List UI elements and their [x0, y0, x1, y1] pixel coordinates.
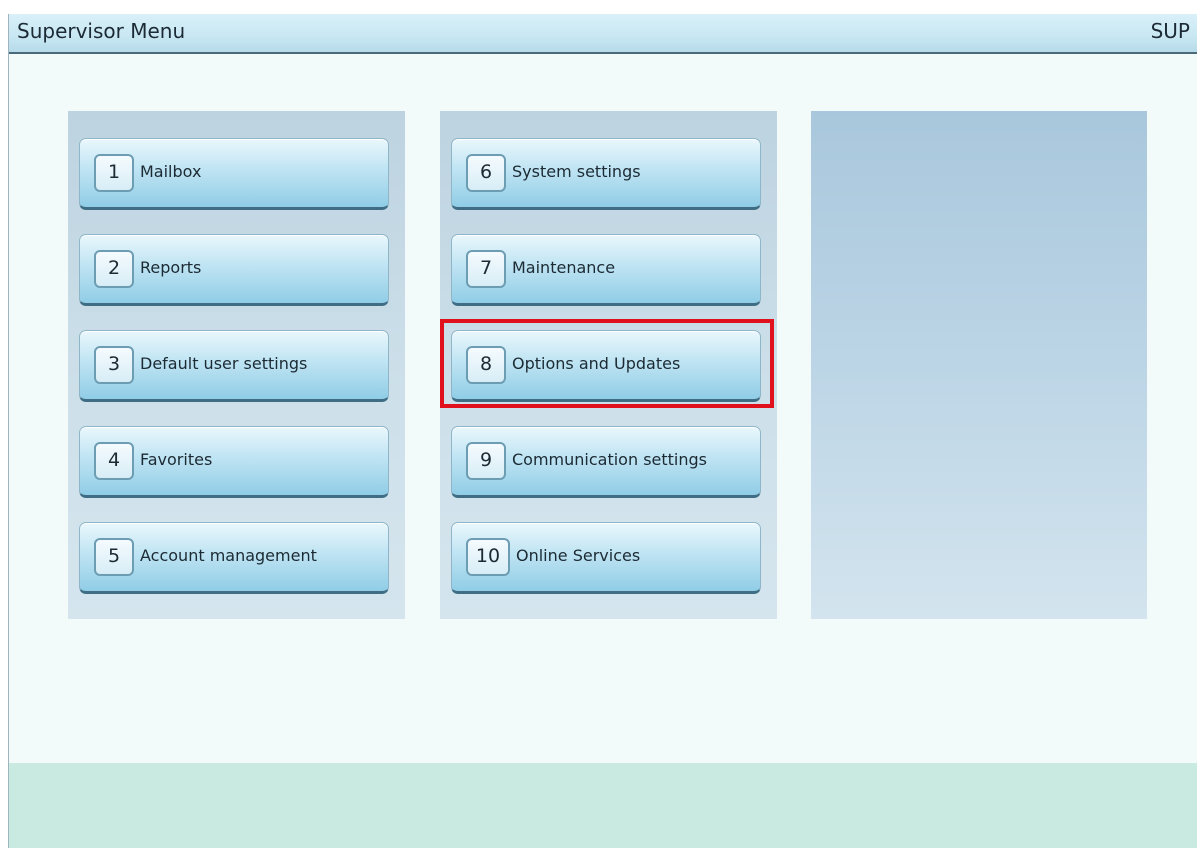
- menu-button-account-management[interactable]: 5 Account management: [79, 522, 389, 594]
- title-bar: Supervisor Menu SUP: [9, 14, 1197, 54]
- menu-label: Default user settings: [140, 354, 308, 373]
- menu-button-options-and-updates[interactable]: 8 Options and Updates: [451, 330, 761, 402]
- menu-button-default-user-settings[interactable]: 3 Default user settings: [79, 330, 389, 402]
- user-code: SUP: [1150, 19, 1190, 43]
- menu-label: Favorites: [140, 450, 213, 469]
- menu-label: Online Services: [516, 546, 641, 565]
- footer-bar: [9, 763, 1197, 848]
- menu-number: 7: [466, 250, 506, 288]
- menu-number: 9: [466, 442, 506, 480]
- app-window: Supervisor Menu SUP 1 Mailbox 2 Reports …: [8, 14, 1197, 848]
- menu-column-1: 1 Mailbox 2 Reports 3 Default user setti…: [68, 111, 405, 619]
- menu-number: 1: [94, 154, 134, 192]
- menu-number: 10: [466, 538, 510, 576]
- menu-number: 8: [466, 346, 506, 384]
- menu-button-favorites[interactable]: 4 Favorites: [79, 426, 389, 498]
- menu-number: 5: [94, 538, 134, 576]
- menu-label: Maintenance: [512, 258, 616, 277]
- menu-button-mailbox[interactable]: 1 Mailbox: [79, 138, 389, 210]
- menu-label: System settings: [512, 162, 641, 181]
- menu-label: Account management: [140, 546, 317, 565]
- clipped-caption-fragment: ​: [0, 0, 1197, 14]
- menu-button-maintenance[interactable]: 7 Maintenance: [451, 234, 761, 306]
- menu-button-communication-settings[interactable]: 9 Communication settings: [451, 426, 761, 498]
- menu-number: 6: [466, 154, 506, 192]
- menu-button-online-services[interactable]: 10 Online Services: [451, 522, 761, 594]
- menu-number: 3: [94, 346, 134, 384]
- menu-button-system-settings[interactable]: 6 System settings: [451, 138, 761, 210]
- menu-column-2: 6 System settings 7 Maintenance 8 Option…: [440, 111, 777, 619]
- menu-label: Communication settings: [512, 450, 707, 469]
- menu-number: 4: [94, 442, 134, 480]
- menu-label: Reports: [140, 258, 202, 277]
- menu-label: Options and Updates: [512, 354, 681, 373]
- empty-menu-column: [811, 111, 1147, 619]
- menu-label: Mailbox: [140, 162, 202, 181]
- menu-number: 2: [94, 250, 134, 288]
- menu-button-reports[interactable]: 2 Reports: [79, 234, 389, 306]
- page-title: Supervisor Menu: [17, 19, 186, 43]
